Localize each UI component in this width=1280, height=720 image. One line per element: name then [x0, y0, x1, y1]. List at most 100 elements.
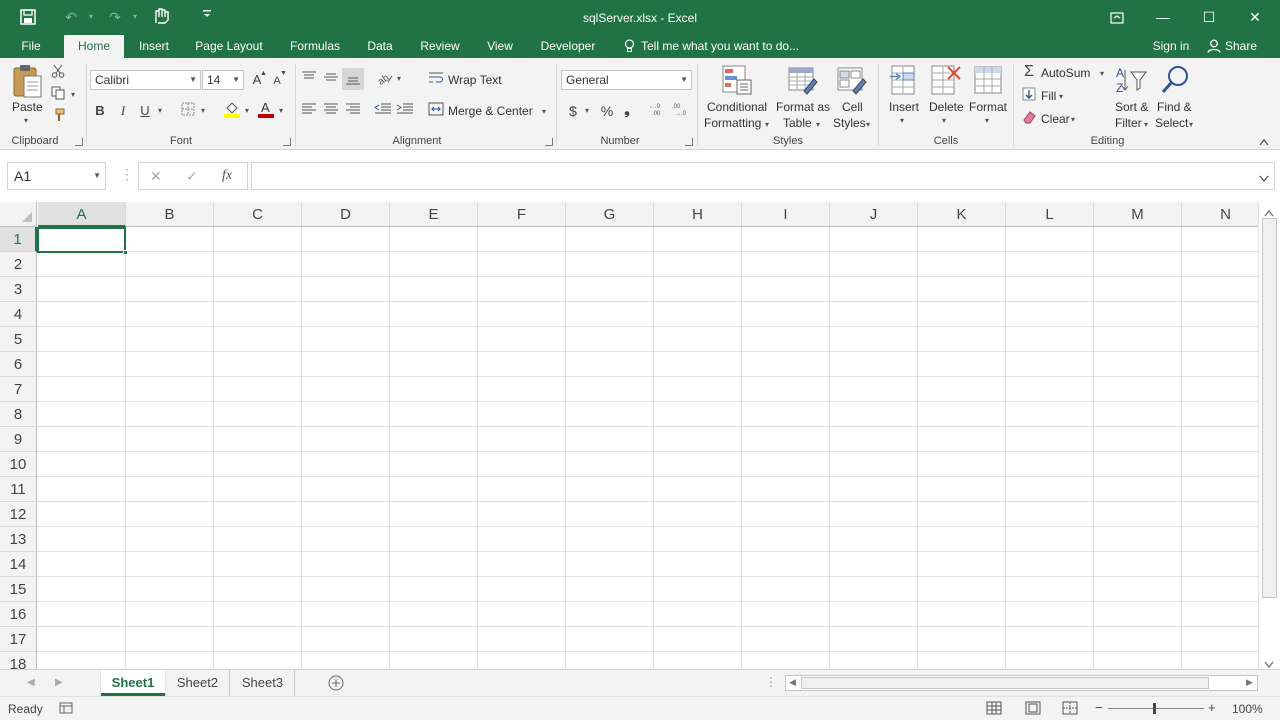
decrease-indent-icon[interactable] [374, 102, 392, 121]
column-header[interactable]: M [1094, 202, 1182, 227]
find-select-label-2[interactable]: Select [1155, 116, 1188, 130]
comma-style-button[interactable]: ❟ [620, 100, 634, 118]
fill-handle[interactable] [123, 250, 128, 255]
borders-icon[interactable] [180, 102, 196, 121]
vertical-scroll-thumb[interactable] [1262, 218, 1277, 598]
macro-record-icon[interactable] [59, 702, 73, 717]
minimize-button[interactable]: — [1140, 0, 1186, 34]
copy-icon[interactable] [49, 86, 67, 105]
column-header[interactable]: J [830, 202, 918, 227]
scroll-right-icon[interactable]: ▶ [1246, 677, 1253, 688]
sheet-tab-sheet2[interactable]: Sheet2 [166, 670, 230, 696]
increase-decimal-icon[interactable]: ←.0.00 [649, 102, 669, 121]
sort-filter-label-1[interactable]: Sort & [1115, 100, 1148, 114]
percent-style-button[interactable]: % [598, 102, 616, 120]
autosum-dropdown-icon[interactable]: ▾ [1100, 69, 1104, 78]
normal-view-icon[interactable] [986, 701, 1002, 718]
bold-button[interactable]: B [92, 102, 108, 120]
merge-dropdown-icon[interactable]: ▾ [542, 107, 546, 116]
cancel-entry-icon[interactable]: ✕ [150, 168, 162, 185]
cut-icon[interactable] [49, 64, 67, 83]
column-header[interactable]: B [126, 202, 214, 227]
increase-indent-icon[interactable] [396, 102, 414, 121]
tab-home[interactable]: Home [64, 35, 124, 58]
format-as-table-label-1[interactable]: Format as [776, 100, 830, 114]
horizontal-scrollbar[interactable]: ◀ ▶ [785, 675, 1258, 691]
column-header[interactable]: A [38, 202, 126, 227]
conditional-formatting-label-1[interactable]: Conditional [707, 100, 767, 114]
delete-cells-button[interactable]: Delete [929, 100, 964, 114]
ribbon-display-options-button[interactable] [1094, 0, 1140, 34]
middle-align-icon[interactable] [322, 70, 340, 89]
align-left-icon[interactable] [300, 102, 318, 121]
new-sheet-icon[interactable] [328, 675, 344, 694]
tab-developer[interactable]: Developer [533, 35, 603, 58]
format-painter-icon[interactable] [49, 108, 67, 127]
page-break-view-icon[interactable] [1062, 701, 1078, 718]
zoom-in-icon[interactable]: + [1208, 700, 1216, 715]
next-sheet-icon[interactable]: ▶ [55, 677, 63, 688]
page-layout-view-icon[interactable] [1025, 701, 1041, 718]
tab-view[interactable]: View [479, 35, 521, 58]
wrap-text-button[interactable]: Wrap Text [448, 73, 502, 87]
sheet-tab-sheet1[interactable]: Sheet1 [101, 670, 165, 696]
insert-cells-button[interactable]: Insert [889, 100, 919, 114]
worksheet-grid[interactable]: ABCDEFGHIJKLMN 1 2 3 4 5 6 7 8 9 10 11 12 13 14 15 16 17… [0, 202, 1258, 669]
scroll-left-icon[interactable]: ◀ [789, 677, 796, 688]
column-header[interactable]: L [1006, 202, 1094, 227]
column-header[interactable]: E [390, 202, 478, 227]
align-right-icon[interactable] [344, 102, 362, 121]
merge-center-button[interactable]: Merge & Center [448, 104, 533, 118]
column-header[interactable]: C [214, 202, 302, 227]
tab-file[interactable]: File [12, 35, 50, 58]
autosum-button[interactable]: AutoSum [1041, 66, 1090, 80]
font-launcher-icon[interactable] [283, 138, 291, 146]
share-button[interactable]: Share [1224, 35, 1258, 58]
borders-dropdown-icon[interactable]: ▾ [201, 106, 205, 115]
row-header[interactable]: 15 [0, 577, 37, 602]
row-header[interactable]: 12 [0, 502, 37, 527]
tab-formulas[interactable]: Formulas [282, 35, 348, 58]
maximize-button[interactable]: ☐ [1186, 0, 1232, 34]
row-header[interactable]: 8 [0, 402, 37, 427]
font-name-combo[interactable]: Calibri ▼ [90, 70, 201, 90]
column-header[interactable]: I [742, 202, 830, 227]
zoom-slider[interactable] [1108, 708, 1204, 709]
chevron-down-icon[interactable]: ▼ [93, 163, 101, 189]
sort-filter-label-2[interactable]: Filter [1115, 116, 1142, 130]
underline-dropdown-icon[interactable]: ▾ [158, 106, 162, 115]
alignment-launcher-icon[interactable] [545, 138, 553, 146]
previous-sheet-icon[interactable]: ◀ [27, 677, 35, 688]
row-header[interactable]: 16 [0, 602, 37, 627]
decrease-decimal-icon[interactable]: .00 →.0 [672, 102, 692, 121]
cell-styles-label-1[interactable]: Cell [842, 100, 863, 114]
row-header[interactable]: 3 [0, 277, 37, 302]
row-header[interactable]: 1 [0, 227, 37, 252]
tab-data[interactable]: Data [360, 35, 400, 58]
row-header[interactable]: 17 [0, 627, 37, 652]
formula-input[interactable] [251, 162, 1275, 190]
clear-dropdown-icon[interactable]: ▾ [1071, 115, 1075, 124]
font-size-combo[interactable]: 14 ▼ [202, 70, 244, 90]
fill-color-dropdown-icon[interactable]: ▾ [245, 106, 249, 115]
accounting-dropdown-icon[interactable]: ▾ [585, 106, 589, 115]
select-all-button[interactable] [0, 202, 37, 227]
paste-dropdown-icon[interactable]: ▾ [24, 116, 28, 125]
sort-filter-dropdown-icon[interactable]: ▾ [1144, 120, 1148, 129]
column-header[interactable]: F [478, 202, 566, 227]
row-header[interactable]: 2 [0, 252, 37, 277]
sheet-tab-sheet3[interactable]: Sheet3 [231, 670, 295, 696]
column-header[interactable]: N [1182, 202, 1258, 227]
row-header[interactable]: 7 [0, 377, 37, 402]
row-header[interactable]: 18 [0, 652, 37, 669]
italic-button[interactable]: I [115, 102, 131, 120]
format-dropdown-icon[interactable]: ▾ [985, 116, 989, 125]
insert-dropdown-icon[interactable]: ▾ [900, 116, 904, 125]
tell-me-box[interactable]: Tell me what you want to do... [641, 35, 806, 58]
zoom-out-icon[interactable]: − [1095, 700, 1103, 715]
find-select-label-1[interactable]: Find & [1157, 100, 1192, 114]
expand-formula-bar-icon[interactable] [1259, 172, 1269, 186]
number-format-combo[interactable]: General ▼ [561, 70, 692, 90]
align-center-icon[interactable] [322, 102, 340, 121]
cell-styles-label-2[interactable]: Styles [833, 116, 866, 130]
